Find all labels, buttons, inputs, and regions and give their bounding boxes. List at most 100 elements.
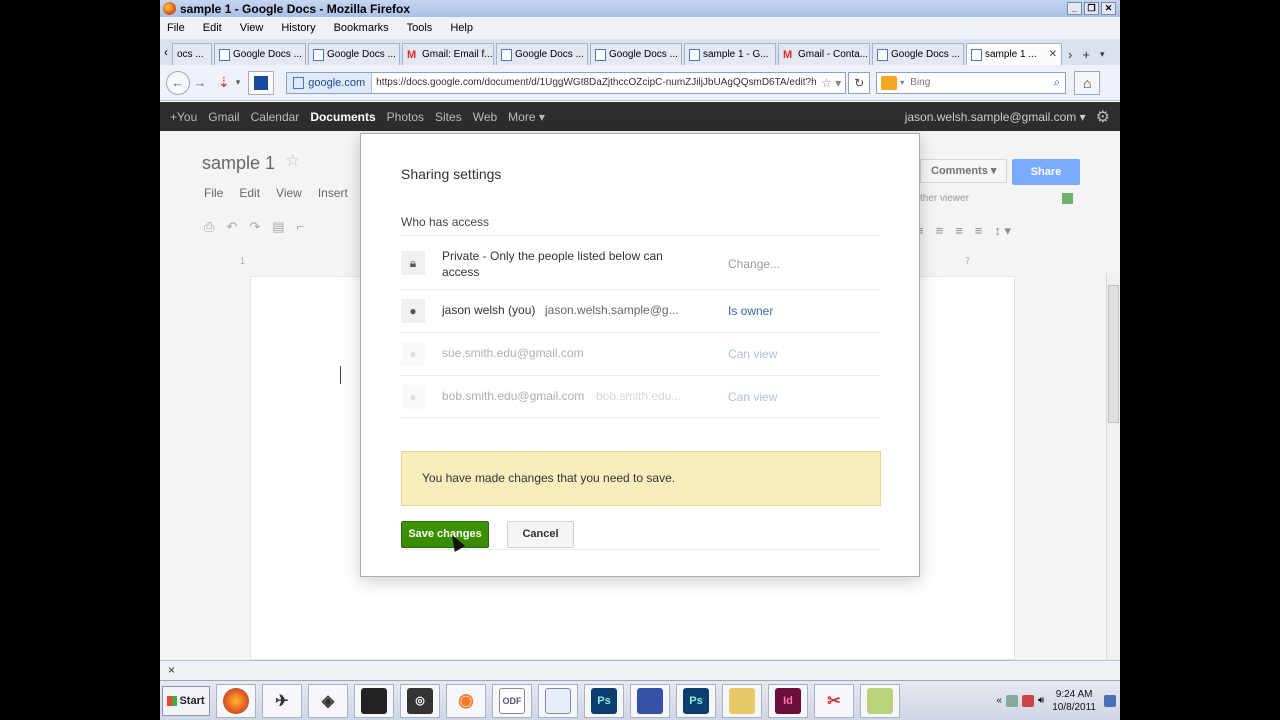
menu-history[interactable]: History xyxy=(281,22,315,34)
gbar-link-web[interactable]: Web xyxy=(473,110,497,124)
new-tab-icon[interactable]: + xyxy=(1082,47,1090,62)
browser-tab-active[interactable]: sample 1 ... ✕ xyxy=(966,43,1062,65)
menu-edit[interactable]: Edit xyxy=(203,22,222,34)
gbar-link-calendar[interactable]: Calendar xyxy=(251,110,300,124)
clock-time: 9:24 AM xyxy=(1055,688,1093,700)
dropdown-icon[interactable]: ▾ xyxy=(236,77,241,88)
minimize-button[interactable]: _ xyxy=(1067,2,1082,15)
gmail-icon: M xyxy=(407,48,417,61)
close-window-button[interactable]: ✕ xyxy=(1101,2,1116,15)
browser-tab[interactable]: M Gmail: Email f... xyxy=(402,43,494,65)
gear-icon[interactable]: ⚙ xyxy=(1096,107,1110,127)
browser-tab[interactable]: Google Docs ... xyxy=(308,43,400,65)
volume-icon[interactable]: 🔊︎ xyxy=(1038,695,1044,706)
indesign-taskbar-icon[interactable]: Id xyxy=(768,683,808,718)
maximize-button[interactable]: ❐ xyxy=(1084,2,1099,15)
odf-file-taskbar-icon[interactable]: ODF xyxy=(492,683,532,718)
browser-tab[interactable]: Google Docs ... xyxy=(214,43,306,65)
docs-icon xyxy=(313,48,324,61)
account-menu[interactable]: jason.welsh.sample@gmail.com ▾ xyxy=(905,110,1086,124)
visibility-text: Private - Only the people listed below c… xyxy=(442,249,663,279)
user-name: bob.smith.edu... xyxy=(596,389,682,403)
access-row-owner: ● jason welsh (you) jason.welsh.sample@g… xyxy=(401,289,881,332)
analytics-icon[interactable] xyxy=(248,70,275,95)
clock[interactable]: 9:24 AM 10/8/2011 xyxy=(1052,688,1096,714)
photoshop-taskbar-icon[interactable]: Ps xyxy=(676,683,716,718)
menu-tools[interactable]: Tools xyxy=(407,22,433,34)
save-changes-button[interactable]: Save changes xyxy=(401,521,489,548)
clock-date: 10/8/2011 xyxy=(1052,701,1096,713)
scroll-tabs-left-icon[interactable]: ‹ xyxy=(164,45,168,59)
home-button[interactable]: ⌂ xyxy=(1074,70,1101,95)
tab-controls: › + ▾ xyxy=(1068,43,1104,65)
system-tray: « 🔊︎ 9:24 AM 10/8/2011 xyxy=(996,681,1120,720)
access-row-visibility: 🔒︎ Private - Only the people listed belo… xyxy=(401,235,881,290)
gbar-link-documents[interactable]: Documents xyxy=(310,110,375,124)
search-bar[interactable]: ▾ Bing ⌕ xyxy=(876,71,1067,94)
url-text[interactable]: https://docs.google.com/document/d/1UggW… xyxy=(376,77,816,88)
browser-tab[interactable]: M Gmail - Conta... xyxy=(778,43,870,65)
permission-dropdown[interactable]: Can view xyxy=(728,347,777,361)
navigation-bar: ← → ⇣ ▾ google.com https://docs.google.c… xyxy=(160,65,1120,101)
paint-tool-taskbar-icon[interactable]: ✂ xyxy=(814,683,854,718)
gbar-link-more[interactable]: More ▾ xyxy=(508,110,545,124)
adobe-reader-taskbar-icon[interactable]: ◎ xyxy=(400,683,440,718)
start-button[interactable]: Start xyxy=(162,685,210,716)
menu-help[interactable]: Help xyxy=(450,22,473,34)
person-icon: ● xyxy=(401,342,425,366)
access-row-user: ● bob.smith.edu@gmail.com bob.smith.edu.… xyxy=(401,375,881,418)
network-icon[interactable] xyxy=(1005,694,1018,707)
unity-taskbar-icon[interactable]: ◈ xyxy=(308,683,348,718)
owner-email: jason.welsh.sample@g... xyxy=(545,303,679,317)
blender-taskbar-icon[interactable]: ◉ xyxy=(446,683,486,718)
security-icon[interactable] xyxy=(1021,694,1034,707)
close-tab-icon[interactable]: ✕ xyxy=(1049,49,1057,60)
owner-name: jason welsh (you) xyxy=(442,303,536,317)
browser-tab[interactable]: Google Docs ... xyxy=(590,43,682,65)
menu-view[interactable]: View xyxy=(240,22,264,34)
firefox-taskbar-icon[interactable] xyxy=(216,683,256,718)
dreamweaver-taskbar-icon[interactable]: ✈ xyxy=(262,683,302,718)
docs-icon xyxy=(689,48,700,61)
menu-bookmarks[interactable]: Bookmarks xyxy=(334,22,389,34)
person-icon: ● xyxy=(401,385,425,409)
browser-tab[interactable]: sample 1 - G... xyxy=(684,43,776,65)
lock-icon: 🔒︎ xyxy=(401,251,425,275)
permission-dropdown[interactable]: Can view xyxy=(728,390,777,404)
menu-file[interactable]: File xyxy=(167,22,185,34)
back-button[interactable]: ← xyxy=(166,70,190,95)
gbar-link-plus[interactable]: +You xyxy=(170,110,197,124)
file-explorer-taskbar-icon[interactable] xyxy=(722,683,762,718)
bookmark-star-icon[interactable]: ☆ ▾ xyxy=(821,76,845,90)
browser-tab[interactable]: Google Docs ... xyxy=(496,43,588,65)
reload-button[interactable]: ↻ xyxy=(848,71,871,94)
browser-tab[interactable]: Google Docs ... xyxy=(872,43,964,65)
network-app-taskbar-icon[interactable] xyxy=(630,683,670,718)
docs-icon xyxy=(877,48,888,61)
image-viewer-taskbar-icon[interactable] xyxy=(538,683,578,718)
scroll-tabs-right-icon[interactable]: › xyxy=(1068,47,1072,62)
photoshop-taskbar-icon[interactable]: Ps xyxy=(584,683,624,718)
person-icon: ● xyxy=(401,299,425,323)
url-bar[interactable]: google.com https://docs.google.com/docum… xyxy=(286,71,847,94)
addon-icon[interactable]: ⇣ xyxy=(218,74,230,91)
show-desktop-icon[interactable] xyxy=(1104,694,1116,707)
forward-button[interactable]: → xyxy=(188,71,212,95)
gbar-link-photos[interactable]: Photos xyxy=(387,110,424,124)
browser-tab[interactable]: ocs ... xyxy=(172,43,212,65)
gbar-link-sites[interactable]: Sites xyxy=(435,110,462,124)
notepad-taskbar-icon[interactable] xyxy=(860,683,900,718)
tray-expand-icon[interactable]: « xyxy=(996,695,1002,706)
gmail-icon: M xyxy=(783,48,793,61)
user-email: sue.smith.edu@gmail.com xyxy=(442,346,584,360)
search-icon[interactable]: ⌕ xyxy=(1054,75,1061,90)
cancel-button[interactable]: Cancel xyxy=(507,521,574,548)
site-identity[interactable]: google.com xyxy=(287,72,373,93)
list-tabs-icon[interactable]: ▾ xyxy=(1100,49,1105,60)
engine-dropdown-icon[interactable]: ▾ xyxy=(900,78,904,87)
change-link[interactable]: Change... xyxy=(728,257,780,271)
tab-strip: ‹ ocs ... Google Docs ... Google Docs ..… xyxy=(160,39,1120,65)
gbar-link-gmail[interactable]: Gmail xyxy=(208,110,239,124)
photo-taskbar-icon[interactable] xyxy=(354,683,394,718)
close-findbar-icon[interactable]: × xyxy=(168,663,175,677)
